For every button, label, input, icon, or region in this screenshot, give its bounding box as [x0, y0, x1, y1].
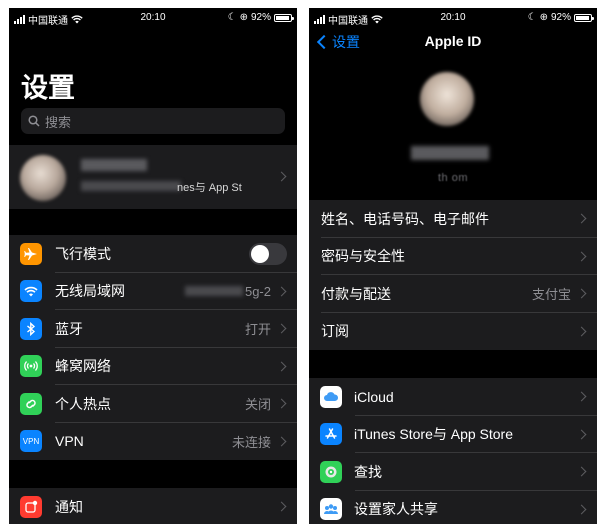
- row-value: 未连接: [231, 434, 271, 450]
- row-password-security[interactable]: 密码与安全性: [309, 238, 597, 276]
- row-label: 飞行模式: [55, 245, 111, 262]
- find-my-icon: [320, 460, 342, 483]
- row-label: 查找: [354, 463, 382, 480]
- row-label: 付款与配送: [321, 285, 391, 302]
- row-itunes-app-store[interactable]: iTunes Store与 App Store: [309, 416, 597, 454]
- chevron-right-icon: [576, 288, 587, 299]
- hotspot-icon: [20, 392, 42, 415]
- profile-subtitle: nes与 App St: [177, 182, 242, 194]
- app-store-icon: [320, 423, 342, 446]
- bluetooth-icon: [20, 317, 42, 340]
- row-bluetooth[interactable]: 蓝牙 打开: [9, 310, 297, 348]
- connectivity-group: 飞行模式 无线局域网 5g-2 蓝牙 打开 蜂窝网络 个人热点 关闭 VPN V…: [9, 235, 297, 460]
- airplane-mode-toggle[interactable]: [249, 242, 287, 265]
- row-label: iCloud: [354, 388, 394, 405]
- chevron-right-icon: [576, 429, 587, 440]
- row-personal-hotspot[interactable]: 个人热点 关闭: [9, 385, 297, 423]
- chevron-right-icon: [576, 251, 587, 262]
- blurred-name: [411, 146, 489, 160]
- battery-icon: [274, 13, 294, 22]
- apple-id-screen: 中国联通 20:10 ☾ ⊕ 92% 设置 Apple ID th om 姓名、…: [309, 8, 597, 524]
- row-label: 姓名、电话号码、电子邮件: [321, 210, 489, 227]
- services-group: iCloud iTunes Store与 App Store 查找 设置家人共享: [309, 378, 597, 524]
- cellular-icon: [20, 355, 42, 378]
- family-sharing-icon: [320, 498, 342, 521]
- chevron-right-icon: [276, 501, 287, 512]
- chevron-right-icon: [276, 171, 287, 182]
- battery-icon: [574, 13, 594, 22]
- blurred-subtitle: [81, 181, 181, 191]
- row-airplane-mode[interactable]: 飞行模式: [9, 235, 297, 273]
- row-label: 无线局域网: [55, 283, 125, 300]
- icloud-icon: [320, 385, 342, 408]
- avatar: [20, 155, 66, 201]
- account-email: th om: [437, 172, 468, 184]
- chevron-right-icon: [576, 213, 587, 224]
- settings-screen: 中国联通 20:10 ☾ ⊕ 92% 设置 搜索 nes与 App St 飞行模…: [9, 8, 297, 524]
- row-label: 设置家人共享: [354, 501, 438, 518]
- chevron-right-icon: [276, 398, 287, 409]
- row-label: VPN: [55, 433, 84, 450]
- row-value: 5g-2: [244, 283, 271, 299]
- row-label: iTunes Store与 App Store: [354, 426, 514, 443]
- navigation-bar: 设置 Apple ID: [309, 28, 597, 54]
- row-label: 密码与安全性: [321, 248, 405, 265]
- notifications-group: 通知: [9, 488, 297, 524]
- chevron-right-icon: [276, 323, 287, 334]
- lock-rotation-icon: ⊕: [539, 12, 548, 23]
- search-icon: [28, 115, 40, 127]
- battery-percent: 92%: [550, 12, 571, 23]
- row-value: 支付宝: [531, 287, 571, 303]
- row-payment-shipping[interactable]: 付款与配送 支付宝: [309, 275, 597, 313]
- account-group: 姓名、电话号码、电子邮件 密码与安全性 付款与配送 支付宝 订阅: [309, 200, 597, 350]
- row-label: 蓝牙: [55, 320, 83, 337]
- wifi-icon: [20, 280, 42, 303]
- moon-icon: ☾: [227, 12, 237, 23]
- row-icloud[interactable]: iCloud: [309, 378, 597, 416]
- row-notifications[interactable]: 通知: [9, 488, 297, 524]
- chevron-right-icon: [276, 361, 287, 372]
- airplane-icon: [20, 242, 42, 265]
- row-label: 个人热点: [55, 395, 111, 412]
- chevron-right-icon: [276, 436, 287, 447]
- chevron-right-icon: [576, 391, 587, 402]
- apple-id-profile-row[interactable]: nes与 App St: [9, 145, 297, 209]
- vpn-icon: VPN: [20, 430, 42, 453]
- search-placeholder: 搜索: [45, 114, 72, 130]
- row-label: 通知: [55, 498, 83, 515]
- chevron-right-icon: [276, 286, 287, 297]
- notification-icon: [20, 495, 42, 518]
- row-value: 关闭: [244, 397, 271, 413]
- status-bar: 中国联通 20:10 ☾ ⊕ 92%: [9, 8, 297, 28]
- row-name-phone-email[interactable]: 姓名、电话号码、电子邮件: [309, 200, 597, 238]
- row-cellular[interactable]: 蜂窝网络: [9, 348, 297, 386]
- chevron-right-icon: [576, 326, 587, 337]
- row-find-my[interactable]: 查找: [309, 453, 597, 491]
- blurred-name: [81, 159, 147, 171]
- row-wifi[interactable]: 无线局域网 5g-2: [9, 273, 297, 311]
- moon-icon: ☾: [527, 12, 537, 23]
- search-input[interactable]: 搜索: [21, 108, 285, 134]
- page-title: 设置: [21, 73, 75, 103]
- blurred-network-name: [184, 286, 243, 297]
- chevron-right-icon: [576, 466, 587, 477]
- row-family-sharing[interactable]: 设置家人共享: [309, 491, 597, 525]
- avatar[interactable]: [420, 72, 474, 126]
- chevron-right-icon: [576, 504, 587, 515]
- row-label: 订阅: [321, 323, 349, 340]
- row-label: 蜂窝网络: [55, 358, 111, 375]
- battery-percent: 92%: [250, 12, 271, 23]
- status-bar: 中国联通 20:10 ☾ ⊕ 92%: [309, 8, 597, 28]
- row-subscriptions[interactable]: 订阅: [309, 313, 597, 351]
- row-vpn[interactable]: VPN VPN 未连接: [9, 423, 297, 461]
- row-value: 打开: [244, 322, 271, 338]
- lock-rotation-icon: ⊕: [239, 12, 248, 23]
- nav-title: Apple ID: [424, 33, 482, 49]
